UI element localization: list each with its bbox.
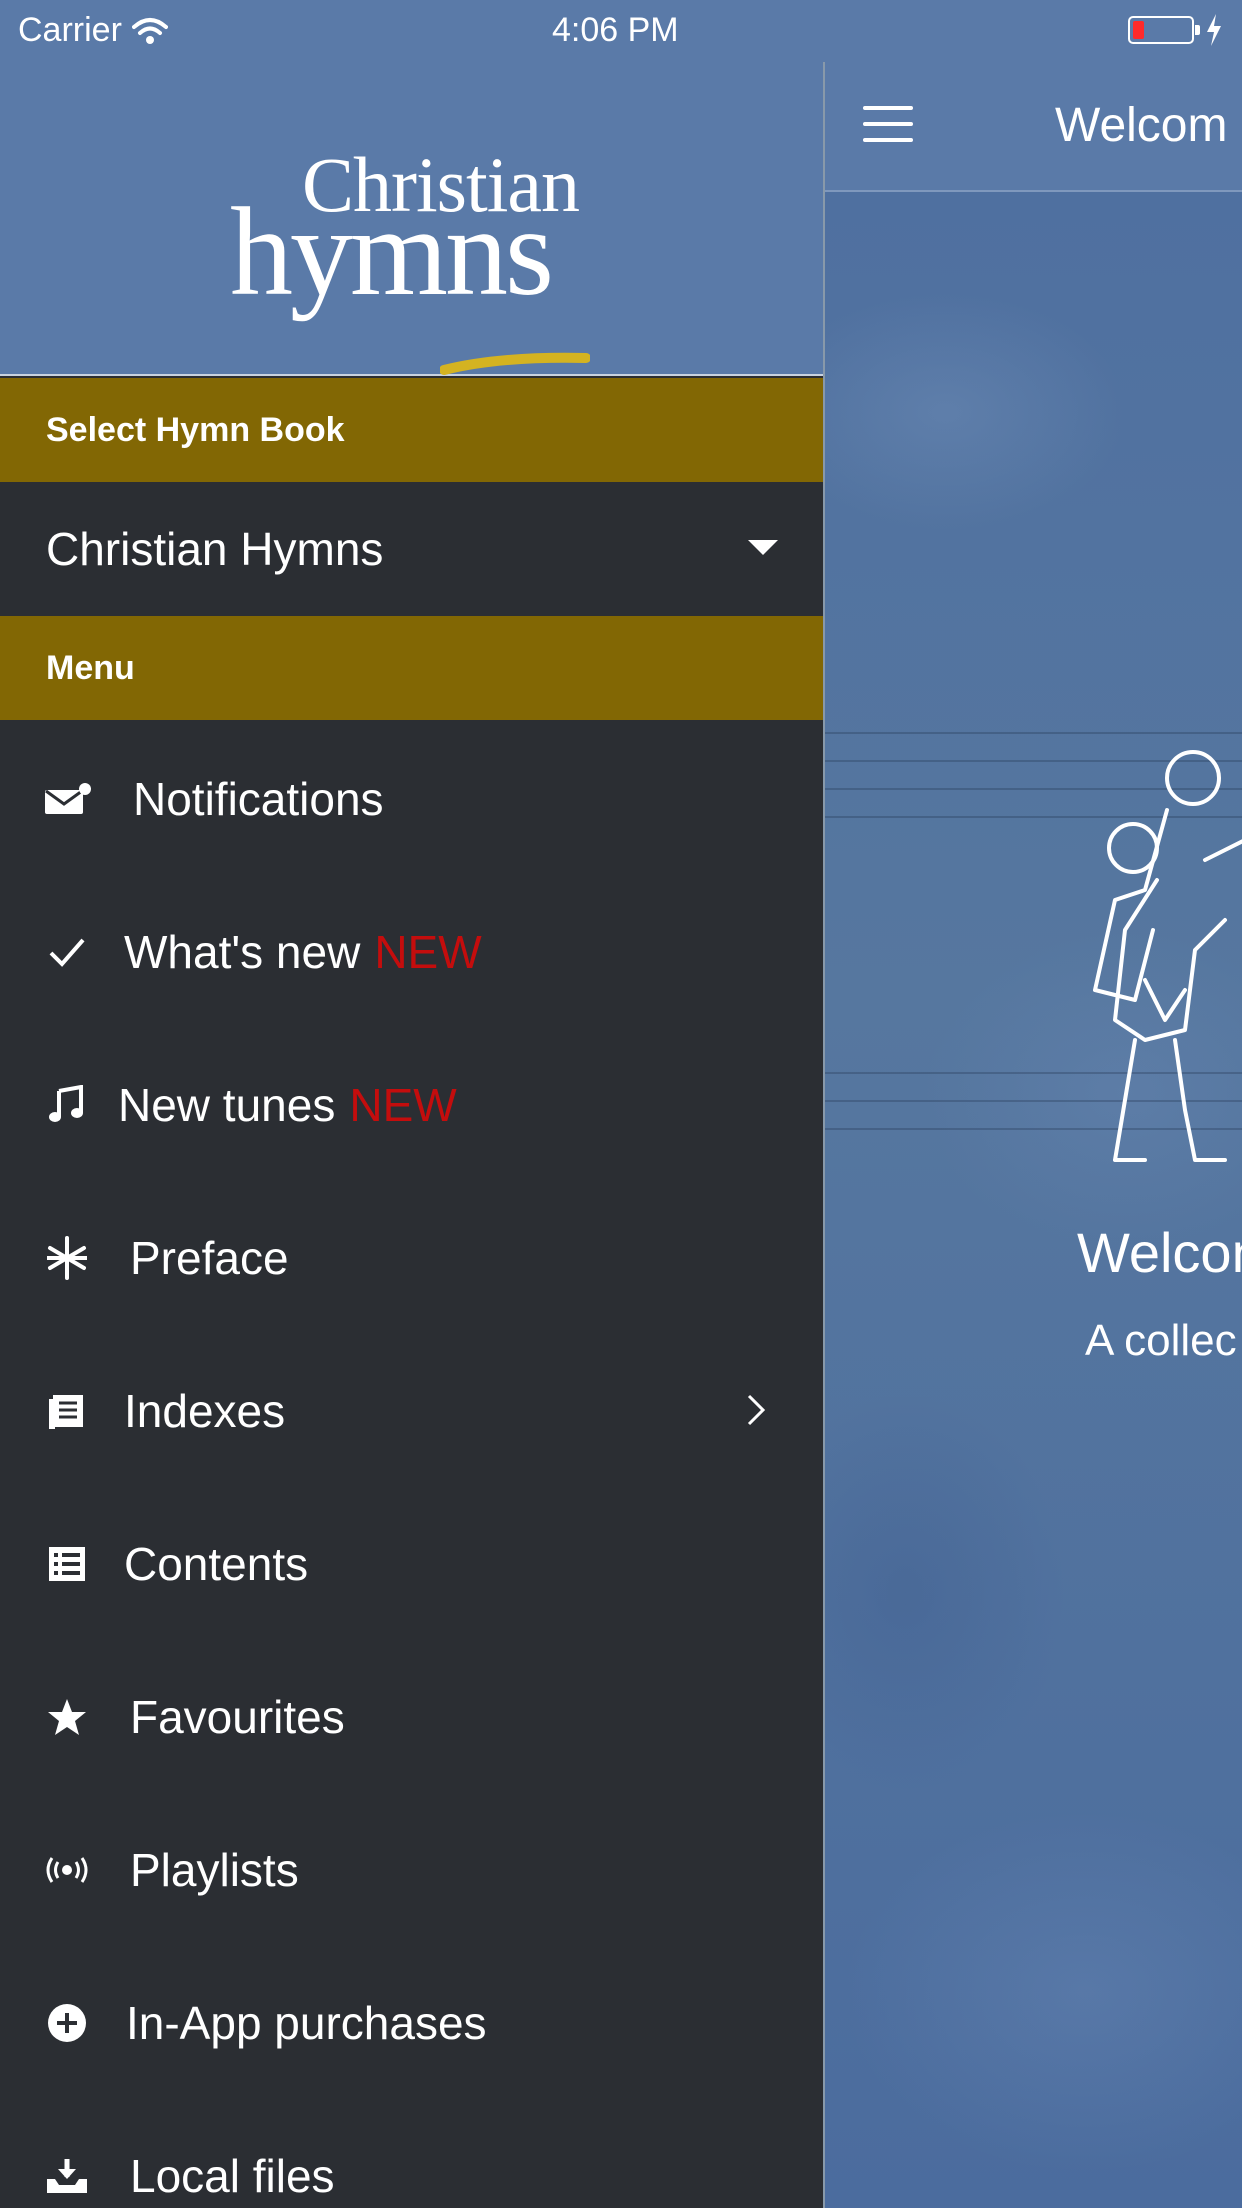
download-tray-icon (42, 2151, 92, 2201)
charging-bolt-icon (1207, 14, 1221, 46)
menu-item-label: What's new (124, 925, 361, 978)
new-badge: NEW (349, 1078, 457, 1131)
menu-item-label: Playlists (130, 1843, 299, 1896)
menu-item-in-app-purchases[interactable]: In-App purchases (0, 1946, 823, 2099)
children-singing-illustration (1093, 750, 1242, 1162)
selected-hymn-book: Christian Hymns (46, 523, 384, 575)
menu-item-local-files[interactable]: Local files (0, 2099, 823, 2208)
new-badge: NEW (374, 925, 482, 978)
menu-item-label: Favourites (130, 1690, 345, 1743)
menu-item-contents[interactable]: Contents (0, 1487, 823, 1640)
side-drawer: Christian hymns Select Hymn Book Christi… (0, 0, 825, 2208)
menu-item-preface[interactable]: Preface (0, 1181, 823, 1334)
asterisk-icon (42, 1233, 92, 1283)
menu-item-whats-new[interactable]: What's new NEW (0, 875, 823, 1028)
menu-item-label: In-App purchases (126, 1996, 487, 2049)
menu-item-notifications[interactable]: Notifications (0, 722, 823, 875)
menu-item-label: Local files (130, 2149, 335, 2202)
main-content: Welcom Welcon A collec (825, 0, 1242, 2208)
welcome-heading: Welcon (1077, 1221, 1242, 1284)
battery-icon (1128, 16, 1200, 44)
nav-bar: Welcom (825, 62, 1242, 192)
clock: 4:06 PM (552, 11, 679, 49)
carrier-label: Carrier (18, 11, 122, 49)
menu-item-indexes[interactable]: Indexes (0, 1334, 823, 1487)
menu-item-label: Preface (130, 1231, 289, 1284)
chevron-down-icon (748, 540, 778, 555)
music-note-icon (42, 1080, 92, 1130)
page-title: Welcom (1055, 99, 1228, 152)
christian-hymns-logo: Christian hymns (230, 140, 610, 375)
book-icon (42, 1386, 92, 1436)
status-bar: Carrier 4:06 PM (0, 0, 1242, 62)
welcome-subtitle: A collec (1085, 1316, 1237, 1365)
textured-background (825, 192, 1242, 2208)
list-icon (42, 1539, 92, 1589)
menu-item-label: New tunes (118, 1078, 336, 1131)
menu-item-playlists[interactable]: Playlists (0, 1793, 823, 1946)
select-hymn-book-header: Select Hymn Book (0, 378, 823, 482)
battery-level (1133, 21, 1144, 39)
chevron-right-icon (746, 1384, 766, 1438)
hymn-book-dropdown[interactable]: Christian Hymns (0, 482, 823, 616)
wifi-icon (131, 17, 168, 44)
drawer-header: Christian hymns (0, 62, 823, 376)
menu-item-label: Notifications (133, 772, 384, 825)
checkmark-icon (42, 927, 92, 977)
menu-section-header: Menu (0, 616, 823, 720)
envelope-icon (42, 774, 92, 824)
star-icon (42, 1692, 92, 1742)
logo-swash (440, 352, 590, 375)
menu-item-label: Indexes (124, 1384, 286, 1437)
carrier-info: Carrier (18, 11, 168, 50)
menu-item-favourites[interactable]: Favourites (0, 1640, 823, 1793)
menu-item-label: Contents (124, 1537, 309, 1590)
plus-circle-icon (42, 1998, 92, 2048)
broadcast-icon (42, 1845, 92, 1895)
hamburger-menu-button[interactable] (863, 106, 913, 142)
menu-item-new-tunes[interactable]: New tunes NEW (0, 1028, 823, 1181)
